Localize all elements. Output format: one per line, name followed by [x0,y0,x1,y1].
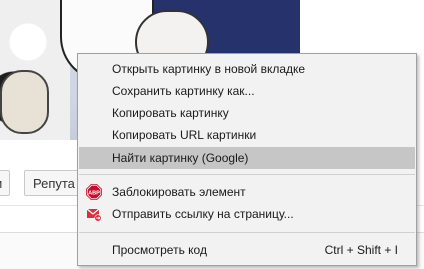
menu-item-label: Копировать картинку [112,106,229,120]
image-cat-arm [0,70,49,134]
context-menu: Открыть картинку в новой вкладке Сохрани… [77,53,417,266]
menu-item-inspect[interactable]: Просмотреть код Ctrl + Shift + I [79,239,415,261]
menu-item-block-element[interactable]: ABP Заблокировать элемент [79,181,415,203]
mail-send-icon [86,208,102,222]
menu-separator [79,232,415,233]
menu-item-label: Просмотреть код [112,243,207,257]
menu-item-label: Заблокировать элемент [112,185,246,199]
menu-item-label: Копировать URL картинки [112,128,257,142]
menu-separator [79,174,415,175]
menu-item-send-page-link[interactable]: Отправить ссылку на страницу... [79,203,415,225]
menu-item-search-image-google[interactable]: Найти картинку (Google) [79,147,415,169]
menu-item-label: Открыть картинку в новой вкладке [112,62,306,76]
menu-item-copy-image-url[interactable]: Копировать URL картинки [79,124,415,146]
tag-label: и [0,176,2,191]
menu-item-open-image-new-tab[interactable]: Открыть картинку в новой вкладке [79,58,415,80]
menu-item-copy-image[interactable]: Копировать картинку [79,102,415,124]
adblock-plus-icon: ABP [86,184,102,200]
menu-item-shortcut: Ctrl + Shift + I [324,243,398,257]
menu-item-save-image-as[interactable]: Сохранить картинку как... [79,80,415,102]
menu-item-label: Найти картинку (Google) [112,151,249,165]
tag-label: Репута [33,176,75,191]
svg-text:ABP: ABP [88,191,100,197]
menu-item-label: Отправить ссылку на страницу... [112,207,294,221]
menu-item-label: Сохранить картинку как... [112,84,255,98]
tag-button-partial[interactable]: и [0,170,10,196]
